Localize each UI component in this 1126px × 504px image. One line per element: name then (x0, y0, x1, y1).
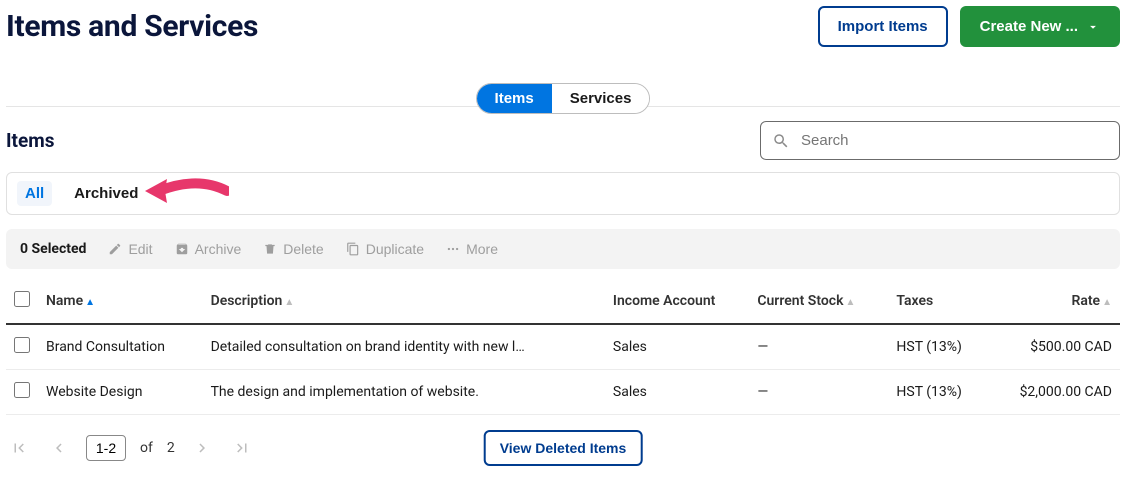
sort-asc-icon: ▲ (85, 297, 95, 308)
page-title: Items and Services (6, 9, 258, 44)
bulk-more-label: More (466, 241, 498, 257)
chevron-down-icon (1086, 20, 1100, 34)
cell-description: Detailed consultation on brand identity … (203, 324, 605, 370)
bulk-actions-bar: 0 Selected Edit Archive Delete Duplicate… (6, 229, 1120, 269)
chevron-right-icon (193, 439, 211, 457)
more-icon (446, 242, 460, 256)
bulk-edit-button[interactable]: Edit (108, 241, 152, 257)
cell-taxes: HST (13%) (888, 370, 987, 415)
search-wrap (760, 121, 1120, 160)
create-new-button[interactable]: Create New ... (960, 6, 1120, 47)
bulk-delete-label: Delete (283, 241, 323, 257)
bulk-delete-button[interactable]: Delete (263, 241, 323, 257)
view-deleted-button[interactable]: View Deleted Items (484, 430, 643, 466)
section-title: Items (6, 129, 54, 152)
trash-icon (263, 242, 277, 256)
pager-first-button[interactable] (6, 435, 32, 461)
last-page-icon (233, 439, 251, 457)
bulk-archive-label: Archive (195, 241, 242, 257)
col-rate[interactable]: Rate▲ (988, 279, 1120, 324)
col-current-stock[interactable]: Current Stock▲ (749, 279, 888, 324)
create-new-label: Create New ... (980, 18, 1078, 35)
sort-icon: ▲ (845, 297, 855, 308)
items-table: Name▲ Description▲ Income Account Curren… (6, 279, 1120, 415)
first-page-icon (10, 439, 28, 457)
pager-next-button[interactable] (189, 435, 215, 461)
col-income-account[interactable]: Income Account (605, 279, 749, 324)
cell-rate: $2,000.00 CAD (988, 370, 1120, 415)
bulk-duplicate-button[interactable]: Duplicate (346, 241, 424, 257)
table-row[interactable]: Website Design The design and implementa… (6, 370, 1120, 415)
header-actions: Import Items Create New ... (818, 6, 1120, 47)
cell-taxes: HST (13%) (888, 324, 987, 370)
pager-last-button[interactable] (229, 435, 255, 461)
pager-of-label: of (140, 440, 153, 456)
pager-prev-button[interactable] (46, 435, 72, 461)
import-items-button[interactable]: Import Items (818, 6, 948, 47)
bulk-selected-count: 0 Selected (20, 241, 86, 257)
tab-items[interactable]: Items (477, 84, 552, 113)
search-input[interactable] (760, 121, 1120, 160)
cell-income-account: Sales (605, 324, 749, 370)
cell-current-stock: — (749, 370, 888, 415)
filter-bar: All Archived (6, 172, 1120, 215)
row-checkbox[interactable] (14, 337, 30, 353)
cell-rate: $500.00 CAD (988, 324, 1120, 370)
pager-total: 2 (167, 440, 175, 456)
filter-all[interactable]: All (17, 181, 52, 206)
annotation-arrow-icon (139, 173, 229, 209)
pencil-icon (108, 242, 122, 256)
segmented-control: Items Services (476, 83, 651, 114)
duplicate-icon (346, 242, 360, 256)
pager-range-input[interactable] (86, 435, 126, 461)
bulk-edit-label: Edit (128, 241, 152, 257)
bulk-more-button[interactable]: More (446, 241, 498, 257)
cell-current-stock: — (749, 324, 888, 370)
bulk-archive-button[interactable]: Archive (175, 241, 242, 257)
col-taxes[interactable]: Taxes (888, 279, 987, 324)
sort-icon: ▲ (1102, 297, 1112, 308)
tab-services[interactable]: Services (552, 84, 650, 113)
sort-icon: ▲ (284, 297, 294, 308)
archive-icon (175, 242, 189, 256)
cell-income-account: Sales (605, 370, 749, 415)
table-row[interactable]: Brand Consultation Detailed consultation… (6, 324, 1120, 370)
segmented-control-wrap: Items Services (6, 75, 1120, 107)
cell-name: Website Design (38, 370, 203, 415)
search-icon (772, 132, 790, 150)
col-name[interactable]: Name▲ (38, 279, 203, 324)
cell-name: Brand Consultation (38, 324, 203, 370)
filter-archived[interactable]: Archived (66, 181, 146, 206)
bulk-duplicate-label: Duplicate (366, 241, 424, 257)
cell-description: The design and implementation of website… (203, 370, 605, 415)
chevron-left-icon (50, 439, 68, 457)
pager: of 2 View Deleted Items (6, 435, 1120, 461)
select-all-checkbox[interactable] (14, 291, 30, 307)
row-checkbox[interactable] (14, 382, 30, 398)
col-description[interactable]: Description▲ (203, 279, 605, 324)
